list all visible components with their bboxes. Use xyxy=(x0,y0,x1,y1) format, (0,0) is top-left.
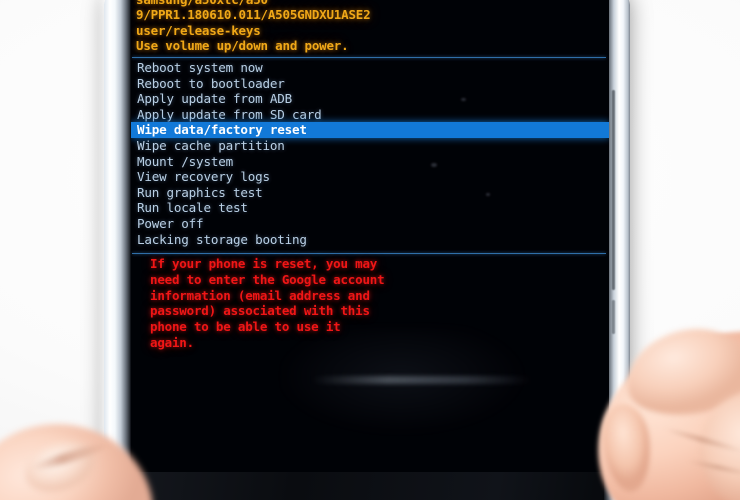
phone-left-rail xyxy=(104,0,130,500)
header-line-hint: Use volume up/down and power. xyxy=(136,37,349,53)
menu-item-power-off[interactable]: Power off xyxy=(131,216,609,232)
screenshot-stage: Android Recovery samsung/a50xtc/a50 9/PP… xyxy=(0,0,740,500)
recovery-screen-inner: Android Recovery samsung/a50xtc/a50 9/PP… xyxy=(131,0,609,472)
warning-line-2: need to enter the Google account xyxy=(150,271,385,287)
menu-item-wipe-cache-partition[interactable]: Wipe cache partition xyxy=(131,138,609,154)
menu-item-view-recovery-logs[interactable]: View recovery logs xyxy=(131,169,609,185)
recovery-screen: Android Recovery samsung/a50xtc/a50 9/PP… xyxy=(131,0,609,472)
recovery-menu: Reboot system now Reboot to bootloader A… xyxy=(131,60,609,247)
warning-line-6: again. xyxy=(150,334,194,350)
screen-glare-streak xyxy=(311,376,531,384)
factory-reset-warning: If your phone is reset, you may need to … xyxy=(150,256,450,351)
warning-line-4: password) associated with this xyxy=(150,303,370,319)
menu-item-apply-update-adb[interactable]: Apply update from ADB xyxy=(131,91,609,107)
header-line-keys: user/release-keys xyxy=(136,22,261,38)
menu-item-apply-update-sd-card[interactable]: Apply update from SD card xyxy=(131,107,609,123)
warning-line-3: information (email address and xyxy=(150,287,370,303)
menu-item-reboot-to-bootloader[interactable]: Reboot to bootloader xyxy=(131,76,609,92)
divider-top xyxy=(132,57,606,58)
menu-item-mount-system[interactable]: Mount /system xyxy=(131,154,609,170)
menu-item-wipe-data-factory-reset[interactable]: Wipe data/factory reset xyxy=(131,122,609,138)
menu-item-reboot-system-now[interactable]: Reboot system now xyxy=(131,60,609,76)
divider-bottom xyxy=(132,253,606,254)
phone-right-seam-lower xyxy=(612,300,615,334)
menu-item-run-locale-test[interactable]: Run locale test xyxy=(131,200,609,216)
phone-right-seam xyxy=(612,90,615,290)
menu-item-lacking-storage-booting[interactable]: Lacking storage booting xyxy=(131,232,609,248)
header-line-build: 9/PPR1.180610.011/A505GNDXU1ASE2 xyxy=(136,7,371,23)
menu-item-run-graphics-test[interactable]: Run graphics test xyxy=(131,185,609,201)
warning-line-5: phone to be able to use it xyxy=(150,319,341,335)
recovery-header: Android Recovery samsung/a50xtc/a50 9/PP… xyxy=(136,0,604,53)
warning-line-1: If your phone is reset, you may xyxy=(150,256,378,271)
